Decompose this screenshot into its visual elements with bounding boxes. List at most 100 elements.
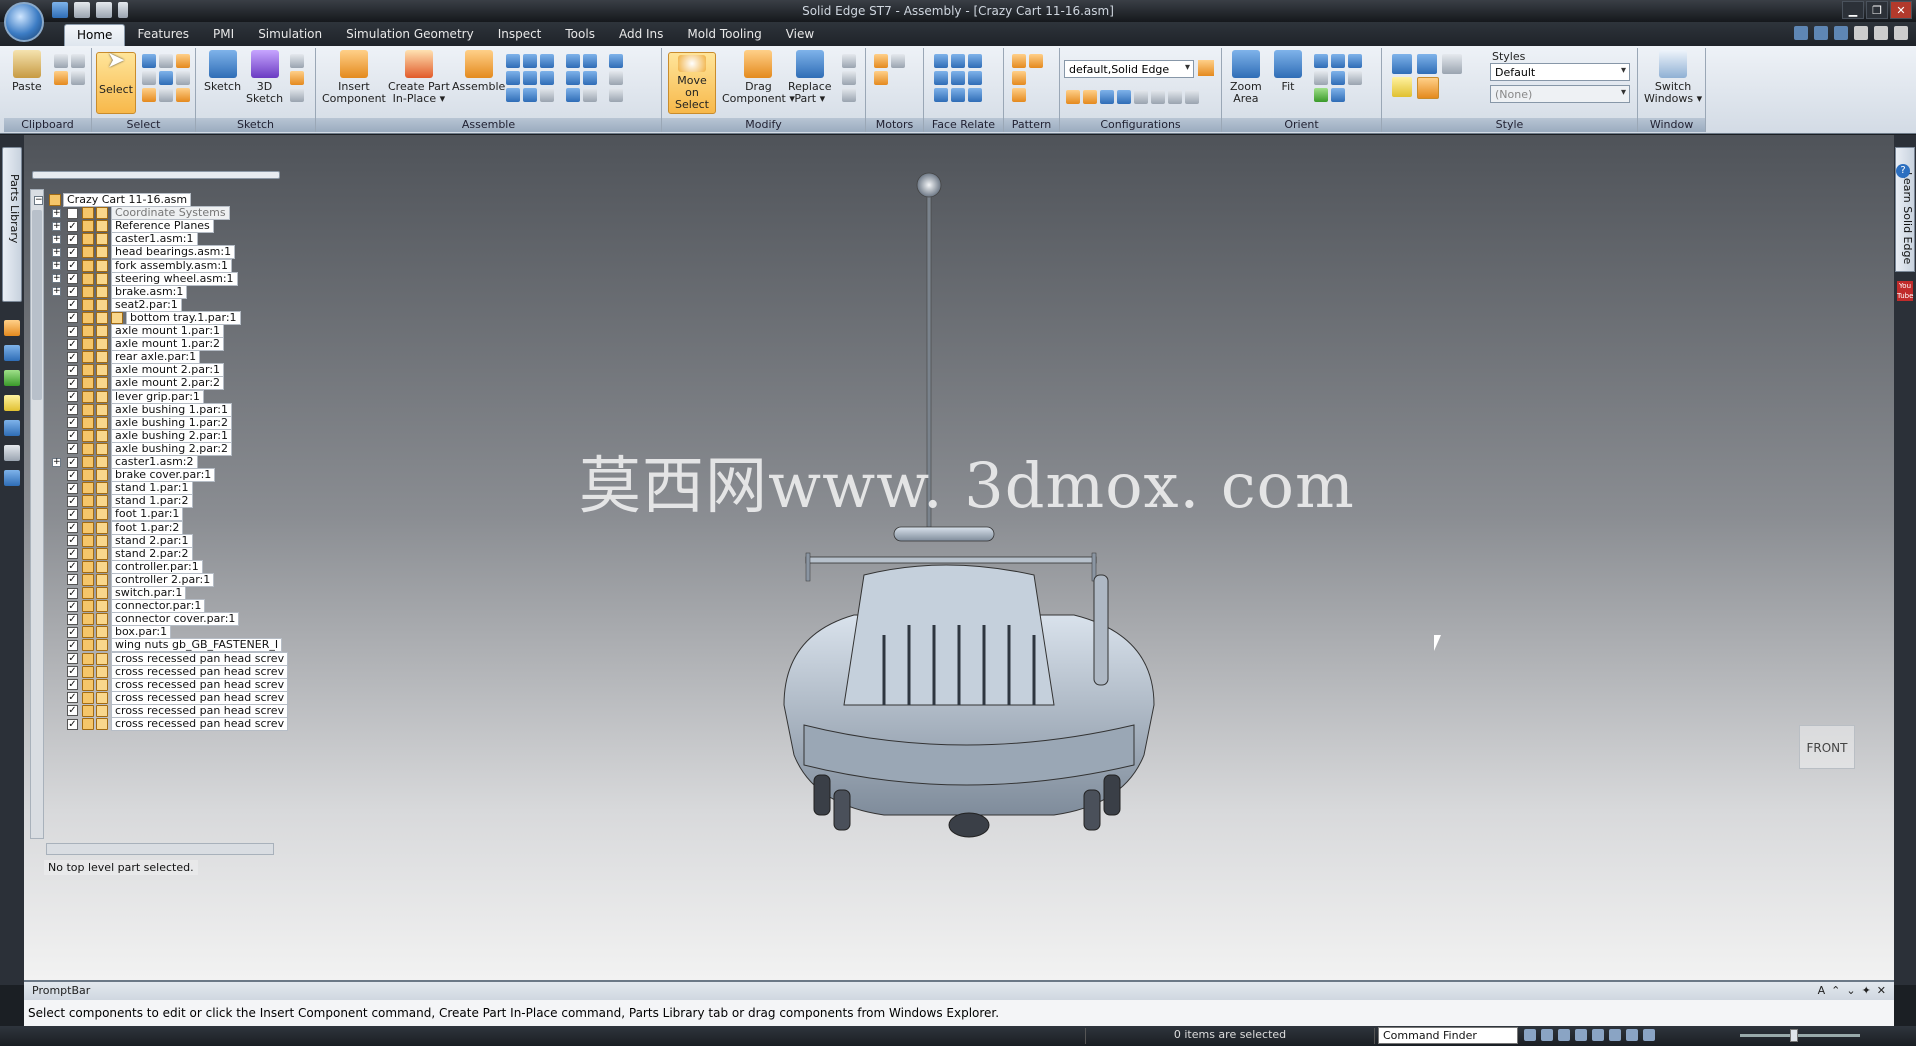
expand-toggle-icon[interactable]: + [52, 261, 61, 270]
assemble-button[interactable]: Assemble [452, 50, 505, 93]
tree-item[interactable]: ✓ cross recessed pan head screv [52, 703, 289, 718]
settings-gear-icon[interactable] [4, 470, 20, 486]
cut-icon[interactable] [54, 54, 68, 68]
pattern-along-curve-icon[interactable] [1012, 88, 1026, 102]
visibility-checkbox[interactable]: ✓ [67, 312, 78, 324]
zoom-in-icon[interactable] [1541, 1029, 1553, 1041]
face-ground-icon[interactable] [968, 88, 982, 102]
visibility-checkbox[interactable]: ✓ [67, 718, 78, 730]
match-cs-icon[interactable] [506, 88, 520, 102]
sketch-3d-button[interactable]: 3D Sketch [246, 50, 283, 105]
create-part-in-place-button[interactable]: Create Part In-Place ▾ [388, 50, 450, 105]
expand-icon[interactable]: ⌄ [1846, 984, 1855, 997]
application-button[interactable] [4, 2, 44, 42]
shaded-active-icon[interactable] [1417, 77, 1439, 99]
tab-features[interactable]: Features [125, 24, 201, 46]
face-style-select[interactable]: (None) [1490, 85, 1630, 103]
cam-icon[interactable] [540, 71, 554, 85]
tab-simulation[interactable]: Simulation [246, 24, 334, 46]
tree-item[interactable]: ✓ rear axle.par:1 [52, 350, 201, 365]
expand-toggle-icon[interactable]: + [52, 208, 61, 218]
face-tangent-icon[interactable] [968, 54, 982, 68]
tab-home[interactable]: Home [64, 24, 126, 46]
tree-item[interactable]: + Coordinate Systems [52, 206, 230, 221]
shaded-view-icon[interactable] [1392, 54, 1412, 74]
ribbon-options-icon[interactable] [1814, 26, 1828, 40]
fit-button[interactable]: Fit [1274, 50, 1302, 93]
visibility-checkbox[interactable]: ✓ [67, 587, 78, 599]
mate-icon[interactable] [506, 54, 520, 68]
select-tool-icon-5[interactable] [159, 71, 173, 85]
motor-extra-icon[interactable] [874, 71, 888, 85]
font-size-icon[interactable]: A [1818, 984, 1826, 997]
configuration-manager-icon[interactable] [1198, 60, 1214, 76]
face-parallel-icon[interactable] [951, 54, 965, 68]
tree-item[interactable]: ✓ axle bushing 1.par:1 [52, 402, 232, 417]
tab-view[interactable]: View [774, 24, 826, 46]
tree-item[interactable]: ✓ seat2.par:1 [52, 297, 182, 312]
path-icon[interactable] [540, 88, 554, 102]
face-concentric-icon[interactable] [934, 71, 948, 85]
rotate-icon[interactable] [1314, 71, 1328, 85]
config-extra-icon-2[interactable] [1185, 90, 1199, 104]
gear-icon[interactable] [566, 71, 580, 85]
view-icon-2[interactable] [1348, 71, 1362, 85]
tree-item[interactable]: ✓ controller.par:1 [52, 559, 203, 574]
tree-item[interactable]: ✓ box.par:1 [52, 625, 172, 640]
tree-item[interactable]: ✓ axle mount 1.par:1 [52, 324, 225, 338]
select-tool-icon-4[interactable] [142, 71, 156, 85]
layers-icon[interactable] [4, 345, 20, 361]
select-tool-icon-6[interactable] [176, 71, 190, 85]
rel-extra-icon-1[interactable] [609, 54, 623, 68]
face-perp-icon[interactable] [934, 88, 948, 102]
visibility-checkbox[interactable]: ✓ [67, 260, 78, 271]
tree-item[interactable]: ✓ switch.par:1 [52, 586, 187, 600]
tree-item[interactable]: ✓ connector.par:1 [52, 599, 206, 614]
wireframe-icon[interactable] [1442, 54, 1462, 74]
select-tool-icon-8[interactable] [159, 88, 173, 102]
zoom-slider[interactable] [1740, 1034, 1860, 1037]
visibility-checkbox[interactable]: ✓ [67, 653, 78, 664]
tree-item[interactable]: ✓ cross recessed pan head screv [52, 717, 289, 731]
visibility-checkbox[interactable]: ✓ [67, 417, 78, 429]
pan-icon[interactable] [1331, 54, 1345, 68]
visibility-checkbox[interactable]: ✓ [67, 692, 78, 704]
parallel-icon[interactable] [583, 71, 597, 85]
visibility-checkbox[interactable]: ✓ [67, 469, 78, 481]
connect-icon[interactable] [583, 54, 597, 68]
tree-item[interactable]: ✓ stand 1.par:1 [52, 481, 193, 496]
visibility-checkbox[interactable]: ✓ [67, 246, 78, 258]
drag-component-button[interactable]: Drag Component ▾ [722, 50, 795, 105]
query-icon[interactable] [1117, 90, 1131, 104]
tab-tools[interactable]: Tools [553, 24, 607, 46]
simulate-motor-icon[interactable] [891, 54, 905, 68]
visibility-checkbox[interactable]: ✓ [67, 574, 78, 586]
visibility-checkbox[interactable]: ✓ [67, 325, 78, 337]
visibility-checkbox[interactable]: ✓ [67, 548, 78, 560]
layout-icon[interactable] [1834, 26, 1848, 40]
tree-item[interactable]: ✓ lever grip.par:1 [52, 389, 204, 404]
minimize-doc-icon[interactable] [1854, 26, 1868, 40]
spin-icon[interactable] [1331, 71, 1345, 85]
visibility-checkbox[interactable]: ✓ [67, 456, 78, 468]
shaded-edges-icon[interactable] [1392, 77, 1412, 97]
select-tool-icon-3[interactable] [176, 54, 190, 68]
visibility-checkbox[interactable]: ✓ [67, 626, 78, 638]
tree-item[interactable]: ✓ controller 2.par:1 [52, 572, 215, 587]
tree-item[interactable]: + ✓ steering wheel.asm:1 [52, 271, 238, 286]
axial-align-icon[interactable] [540, 54, 554, 68]
view-style-icon[interactable] [1643, 1029, 1655, 1041]
visible-edges-icon[interactable] [1417, 54, 1437, 74]
zone-icon[interactable] [1100, 90, 1114, 104]
configuration-select[interactable]: default,Solid Edge [1064, 60, 1194, 78]
camera-icon[interactable] [1134, 90, 1148, 104]
tree-item[interactable]: ✓ wing nuts gb_GB_FASTENER_I [52, 638, 283, 653]
zoom-area-button[interactable]: Zoom Area [1230, 50, 1262, 105]
tree-item[interactable]: ✓ axle bushing 2.par:1 [52, 428, 232, 443]
view-icon-1[interactable] [1348, 54, 1362, 68]
tangent-icon[interactable] [523, 71, 537, 85]
duplicate-icon[interactable] [1012, 71, 1026, 85]
graphics-viewport[interactable]: 莫西网www. 3dmox. com FRONT − Crazy Cart 11-… [24, 135, 1894, 980]
collapse-toggle-icon[interactable]: − [34, 195, 43, 205]
visibility-checkbox[interactable]: ✓ [67, 233, 78, 245]
